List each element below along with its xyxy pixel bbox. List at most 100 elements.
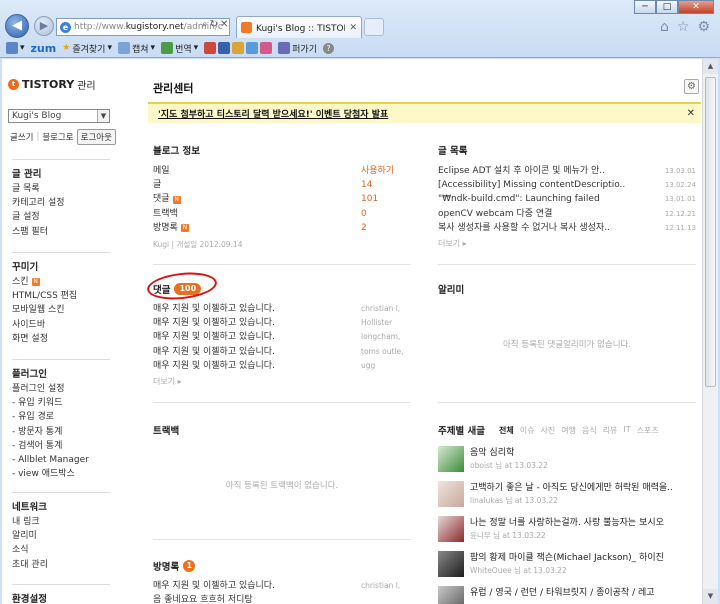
zum-button[interactable]: zum (31, 42, 57, 55)
topic-thumbnail (438, 586, 464, 604)
comment-row[interactable]: 매우 지원 및 이젤하고 있습니다. christian l, (153, 302, 411, 316)
sidebar-links: 글쓰기 | 블로그로 로그아웃 (10, 129, 116, 145)
sidebar-item-notifier[interactable]: 알리미 (12, 529, 110, 543)
topic-item[interactable]: 음악 심리학 oboist 님 at 13.03.22 (438, 446, 696, 480)
sidebar-item-html-css[interactable]: HTML/CSS 편집 (12, 289, 110, 303)
new-badge: N (180, 223, 189, 232)
back-button[interactable]: ◀ (5, 14, 29, 38)
tab-it[interactable]: IT (623, 425, 630, 436)
blog-select-value: Kugi's Blog (12, 111, 62, 121)
close-icon[interactable]: ✕ (687, 108, 695, 119)
guestbook-row[interactable]: 매우 지원 및 이젤하고 있습니다. christian l, (153, 579, 411, 593)
close-window-button[interactable]: ✕ (678, 0, 714, 14)
tab-photo[interactable]: 사진 (540, 425, 555, 436)
sidebar-item-keywords[interactable]: - 유입 키워드 (12, 396, 110, 410)
sidebar-item-allblet[interactable]: - Allblet Manager (12, 453, 110, 467)
logout-button[interactable]: 로그아웃 (76, 129, 116, 145)
tab-close-icon[interactable]: ✕ (349, 23, 357, 33)
folder-icon (232, 42, 245, 54)
blog-info-rows: 메일 사용하기 글 14 댓글 N 101 트랙백 0 방명록 N 2 (153, 164, 411, 235)
section-title[interactable]: 환경설정 (12, 584, 110, 604)
topic-item[interactable]: 나는 정말 너를 사랑하는걸까. 사랑 불능자는 보시오 윤니무 님 at 13.… (438, 516, 696, 550)
help-button[interactable]: ? (323, 42, 334, 54)
comment-author: toms outle, (361, 346, 404, 356)
row-value[interactable]: 101 (361, 192, 411, 206)
topic-item[interactable]: 고백하기 좋은 날 - 아직도 당신에게만 허락된 매력을.. linalukas… (438, 481, 696, 515)
tab-review[interactable]: 리뷰 (603, 425, 618, 436)
banner-link[interactable]: '지도 첨부하고 티스토리 달력 받으세요!' 이벤트 당첨자 발표 (158, 107, 388, 120)
comment-row[interactable]: 매우 지원 및 이젤하고 있습니다. Hollister (153, 316, 411, 330)
capture-button[interactable]: 캡쳐 ▾ (117, 42, 155, 55)
sidebar-item-category[interactable]: 카테고리 설정 (12, 196, 110, 210)
favorites-button[interactable]: ★ 즐겨찾기 ▾ (62, 42, 112, 55)
sidebar-item-my-links[interactable]: 내 링크 (12, 515, 110, 529)
sidebar-item-post-list[interactable]: 글 목록 (12, 182, 110, 196)
tab-food[interactable]: 음식 (582, 425, 597, 436)
info-row-trackbacks: 트랙백 0 (153, 207, 411, 221)
sidebar-item-referrers[interactable]: - 유입 경로 (12, 410, 110, 424)
vertical-scrollbar[interactable]: ▲ ▼ (702, 59, 718, 604)
guestbook-row[interactable]: 음 좋네요요 흐흐허 저디탕 (153, 593, 411, 604)
gear-icon[interactable]: ⚙ (697, 19, 710, 35)
sidebar-item-news[interactable]: 소식 (12, 543, 110, 557)
minimize-button[interactable]: ─ (634, 0, 656, 14)
refresh-icon[interactable]: ↻ (210, 19, 218, 30)
sidebar-item-sidebar[interactable]: 사이드바 (12, 318, 110, 332)
maximize-button[interactable]: □ (656, 0, 678, 14)
row-value[interactable]: 14 (361, 178, 411, 192)
tab-issue[interactable]: 이슈 (520, 425, 535, 436)
new-tab-button[interactable] (364, 18, 384, 36)
comment-row[interactable]: 매우 지원 및 이젤하고 있습니다. longcham, (153, 330, 411, 344)
post-title: [Accessibility] Missing contentDescripti… (438, 180, 626, 191)
sidebar-item-skin[interactable]: 스킨 N (12, 275, 110, 289)
comment-row[interactable]: 매우 지원 및 이젤하고 있습니다. toms outle, (153, 345, 411, 359)
topic-thumbnail (438, 516, 464, 542)
section-title: 글 관리 (12, 159, 110, 180)
scroll-up-icon[interactable]: ▲ (703, 59, 718, 74)
scroll-down-icon[interactable]: ▼ (703, 589, 718, 604)
search-icon[interactable]: ⌕ (202, 19, 208, 30)
sidebar-item-post-settings[interactable]: 글 설정 (12, 210, 110, 224)
tab-sports[interactable]: 스포츠 (637, 425, 659, 436)
tab-all[interactable]: 전체 (499, 425, 514, 436)
to-blog-link[interactable]: 블로그로 (42, 131, 73, 143)
topic-item[interactable]: 유럽 / 영국 / 런던 / 타워브릿지 / 종이공작 / 레고 (438, 586, 696, 604)
scroll-thumb[interactable] (705, 77, 716, 387)
post-row[interactable]: 복사 생성자를 사용할 수 없거나 복사 생성자.. 12.11.13 (438, 221, 696, 235)
blog-select[interactable]: Kugi's Blog ▼ (8, 109, 110, 123)
tab-travel[interactable]: 여행 (561, 425, 576, 436)
post-row[interactable]: [Accessibility] Missing contentDescripti… (438, 178, 696, 192)
posts-more-link[interactable]: 더보기 ▸ (438, 238, 696, 249)
forward-button[interactable]: ▶ (34, 16, 54, 36)
tistory-logo[interactable]: t TISTORY 관리 (8, 77, 96, 92)
toolbar-compat[interactable]: ▾ (6, 42, 25, 54)
comments-more-link[interactable]: 더보기 ▸ (153, 376, 411, 387)
sidebar-item-view-adbox[interactable]: - view 애드박스 (12, 467, 110, 481)
translate-button[interactable]: 번역 ▾ (161, 42, 198, 55)
row-value[interactable]: 2 (361, 221, 411, 235)
sidebar-item-screen[interactable]: 화면 설정 (12, 332, 110, 346)
post-row[interactable]: "₩ndk-build.cmd": Launching failed 13.01.… (438, 192, 696, 206)
panel-title: 글 목록 (438, 146, 468, 157)
sidebar-item-search-stats[interactable]: - 검색어 통계 (12, 439, 110, 453)
write-link[interactable]: 글쓰기 (10, 131, 33, 143)
sidebar-item-mobile-skin[interactable]: 모바일웹 스킨 (12, 303, 110, 317)
sidebar-item-invites[interactable]: 초대 관리 (12, 558, 110, 572)
favorites-star-icon[interactable]: ☆ (677, 19, 690, 35)
misc-icons[interactable] (204, 42, 273, 54)
topic-title: 팝의 황제 마이클 잭슨(Michael Jackson)_ 하이진 (470, 553, 664, 563)
sidebar-item-visitors[interactable]: - 방문자 통계 (12, 425, 110, 439)
post-row[interactable]: openCV webcam 다중 연결 12.12.21 (438, 207, 696, 221)
post-row[interactable]: Eclipse ADT 설치 후 아이콘 및 메뉴가 안.. 13.03.01 (438, 164, 696, 178)
stop-icon[interactable]: ✕ (220, 19, 228, 30)
row-value[interactable]: 사용하기 (361, 164, 411, 178)
sidebar-item-plugin-settings[interactable]: 플러그인 설정 (12, 382, 110, 396)
row-value[interactable]: 0 (361, 207, 411, 221)
tool-button[interactable]: 퍼가기 (278, 42, 317, 55)
gear-icon[interactable]: ⚙ (684, 79, 699, 94)
comment-row[interactable]: 매우 지원 및 이젤하고 있습니다. ugg (153, 359, 411, 373)
home-icon[interactable]: ⌂ (660, 19, 669, 35)
tab-tistory[interactable]: Kugi's Blog :: TISTORY 센터 ✕ (236, 16, 362, 38)
topic-item[interactable]: 팝의 황제 마이클 잭슨(Michael Jackson)_ 하이진 WhiteO… (438, 551, 696, 585)
sidebar-item-spam-filter[interactable]: 스팸 필터 (12, 225, 110, 239)
